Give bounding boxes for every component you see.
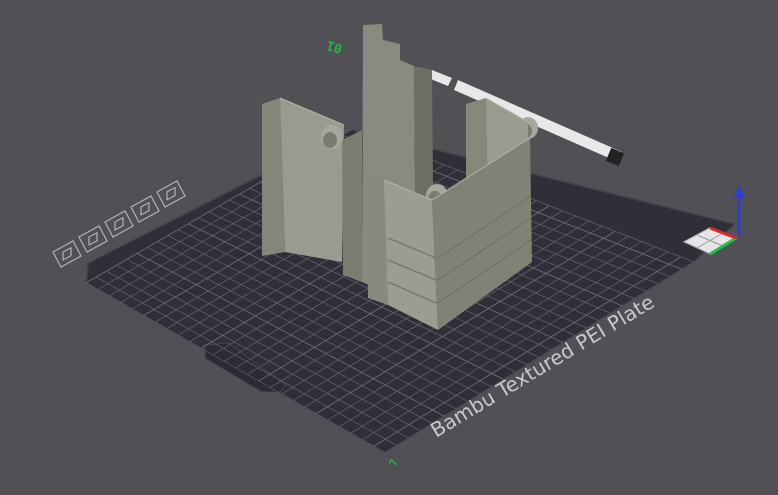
arrange-icon[interactable] (104, 210, 134, 238)
plate-number-label: 01 (325, 37, 344, 56)
plate-settings-icon[interactable] (156, 180, 186, 208)
close-plate-icon[interactable] (52, 240, 82, 268)
plate-corner-marker: 7 (387, 457, 401, 468)
orient-icon[interactable] (130, 195, 160, 223)
3d-viewport[interactable]: Bambu Textured PEI Plate 01 7 (0, 0, 778, 495)
plate-lock-icon[interactable] (78, 225, 108, 253)
